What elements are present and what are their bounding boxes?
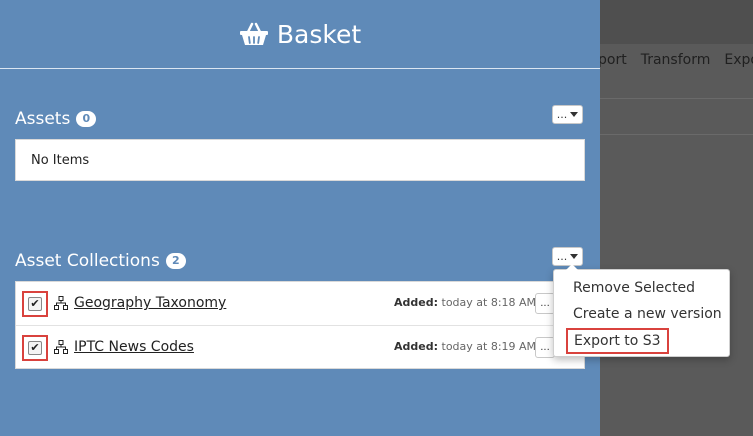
panel-header: Basket (0, 0, 600, 69)
taxonomy-icon (54, 340, 68, 354)
basket-panel: Basket Assets 0 ... No Items Asset Colle… (0, 0, 600, 436)
row-action-button[interactable]: ... (535, 293, 555, 314)
checkbox-highlight: ✔ (22, 291, 48, 317)
collections-list: ✔ Geography Taxonomy Added: today at 8:1… (15, 281, 585, 369)
assets-heading: Assets 0 (15, 109, 97, 129)
background-divider (600, 98, 753, 99)
collections-count-badge: 2 (165, 253, 186, 269)
collection-link[interactable]: Geography Taxonomy (74, 295, 226, 311)
collections-menu-label: ... (556, 250, 568, 263)
taxonomy-icon (54, 296, 68, 310)
collections-dropdown-menu: Remove Selected Create a new version Exp… (553, 264, 730, 357)
assets-menu-label: ... (556, 108, 568, 121)
background-divider (600, 134, 753, 135)
added-timestamp: Added: today at 8:18 AM (394, 296, 536, 309)
row-action-button[interactable]: ... (535, 337, 555, 358)
menu-item-remove-selected[interactable]: Remove Selected (573, 280, 695, 296)
menu-export2-partial: Expo (724, 52, 753, 68)
added-timestamp: Added: today at 8:19 AM (394, 340, 536, 353)
assets-menu-button[interactable]: ... (552, 105, 583, 124)
added-time: today at 8:18 AM (441, 296, 537, 309)
collections-title: Asset Collections (15, 251, 160, 271)
panel-title: Basket (276, 19, 362, 49)
basket-icon (239, 22, 268, 45)
added-time: today at 8:19 AM (441, 340, 537, 353)
collection-checkbox[interactable]: ✔ (28, 297, 42, 311)
background-topbar (600, 0, 753, 44)
menu-item-create-version[interactable]: Create a new version (573, 306, 722, 322)
background-app: port Transform Expo (598, 0, 753, 436)
list-item: ✔ IPTC News Codes Added: today at 8:19 A… (16, 326, 584, 370)
list-item: ✔ Geography Taxonomy Added: today at 8:1… (16, 282, 584, 326)
assets-empty-box: No Items (15, 139, 585, 181)
collection-link[interactable]: IPTC News Codes (74, 339, 194, 355)
chevron-down-icon (570, 254, 579, 259)
assets-title: Assets (15, 109, 71, 129)
checkbox-highlight: ✔ (22, 335, 48, 361)
assets-empty-text: No Items (31, 152, 90, 168)
menu-export-partial: port (598, 52, 627, 68)
added-label: Added: (394, 340, 438, 353)
assets-count-badge: 0 (76, 111, 97, 127)
background-menu: port Transform Expo (598, 44, 753, 76)
menu-transform: Transform (640, 52, 711, 68)
added-label: Added: (394, 296, 438, 309)
collections-heading: Asset Collections 2 (15, 251, 186, 271)
collection-checkbox[interactable]: ✔ (28, 341, 42, 355)
menu-item-export-s3[interactable]: Export to S3 (566, 328, 669, 354)
chevron-down-icon (570, 112, 579, 117)
